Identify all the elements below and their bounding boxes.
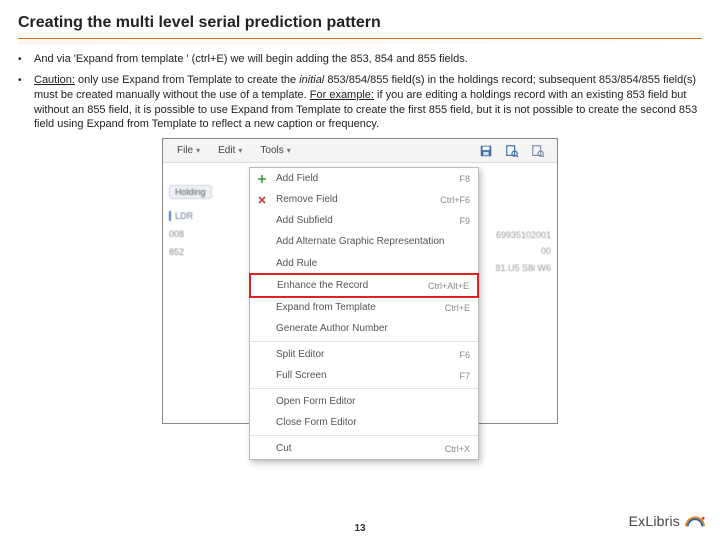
menu-item-add-alt-graphic[interactable]: Add Alternate Graphic Representation (250, 231, 478, 253)
search-record-icon[interactable] (505, 144, 519, 158)
menu-label: Enhance the Record (277, 280, 368, 291)
exlibris-logo: ExLibris (629, 512, 706, 530)
record-panel: Holding LDR 008 852 (163, 163, 247, 423)
menu-label: Add Subfield (276, 215, 333, 226)
menu-item-add-field[interactable]: Add Field F8 (250, 168, 478, 189)
page-title: Creating the multi level serial predicti… (18, 14, 702, 38)
menu-label: Full Screen (276, 370, 327, 381)
shortcut: F6 (449, 350, 470, 360)
menu-label: Add Rule (276, 258, 317, 269)
menu-item-full-screen[interactable]: Full Screen F7 (250, 365, 478, 386)
menu-item-close-form-editor[interactable]: Close Form Editor (250, 412, 478, 433)
shortcut: Ctrl+Alt+E (418, 281, 469, 291)
menu-item-add-rule[interactable]: Add Rule (250, 253, 478, 274)
caution-label: Caution: (34, 74, 75, 86)
value-text: 69935102001 (495, 227, 551, 243)
shortcut: F7 (449, 371, 470, 381)
italic-word: initial (299, 74, 324, 86)
embedded-screenshot: File Edit Tools Holding LDR 008 852 (162, 138, 558, 424)
record-values: 69935102001 00 81.U5 S8i W6 (495, 227, 551, 276)
menu-label: Close Form Editor (276, 417, 357, 428)
menu-separator (250, 341, 478, 342)
plus-icon (256, 173, 268, 185)
text-span: only use Expand from Template to create … (75, 74, 299, 86)
highlighted-menu-item: Enhance the Record Ctrl+Alt+E (249, 273, 479, 298)
bullet-text: And via 'Expand from template ' (ctrl+E)… (34, 52, 702, 67)
shortcut: F9 (449, 216, 470, 226)
bullet-list: • And via 'Expand from template ' (ctrl+… (18, 52, 702, 132)
menu-label: Split Editor (276, 349, 324, 360)
bullet-dot: • (18, 73, 34, 132)
menu-label: Generate Author Number (276, 323, 388, 334)
logo-arc-icon (684, 512, 706, 530)
menu-item-enhance-record[interactable]: Enhance the Record Ctrl+Alt+E (251, 275, 477, 296)
shortcut: Ctrl+E (435, 303, 470, 313)
menu-label: Open Form Editor (276, 396, 355, 407)
menu-item-cut[interactable]: Cut Ctrl+X (250, 438, 478, 459)
edit-menu[interactable]: Edit (210, 143, 250, 158)
bullet-dot: • (18, 52, 34, 67)
menu-separator (250, 388, 478, 389)
menu-item-split-editor[interactable]: Split Editor F6 (250, 344, 478, 365)
title-underline (18, 38, 702, 39)
shortcut: Ctrl+X (435, 444, 470, 454)
shortcut: Ctrl+F6 (430, 195, 470, 205)
save-icon[interactable] (479, 144, 493, 158)
bullet-text: Caution: only use Expand from Template t… (34, 73, 702, 132)
logo-text: ExLibris (629, 513, 680, 529)
menu-label: Remove Field (276, 194, 338, 205)
menu-label: Cut (276, 443, 292, 454)
menu-label: Add Field (276, 173, 318, 184)
for-example-label: For example: (310, 89, 374, 101)
menu-item-generate-author[interactable]: Generate Author Number (250, 318, 478, 339)
list-item: • And via 'Expand from template ' (ctrl+… (18, 52, 702, 67)
page-number: 13 (0, 523, 720, 534)
file-menu[interactable]: File (169, 143, 208, 158)
tools-menu[interactable]: Tools (252, 143, 298, 158)
menu-separator (250, 435, 478, 436)
holding-tab[interactable]: Holding (169, 185, 212, 199)
menu-label: Add Alternate Graphic Representation (276, 236, 444, 248)
gradient-bar (18, 41, 702, 44)
list-item: • Caution: only use Expand from Template… (18, 73, 702, 132)
close-icon (256, 194, 268, 206)
value-text: 81.U5 S8i W6 (495, 260, 551, 276)
menu-item-add-subfield[interactable]: Add Subfield F9 (250, 210, 478, 231)
menu-label: Expand from Template (276, 302, 376, 313)
field-row: 852 (169, 247, 243, 257)
edit-dropdown-menu: Add Field F8 Remove Field Ctrl+F6 Add Subf… (249, 167, 479, 460)
value-text: 00 (495, 243, 551, 259)
menu-item-expand-template[interactable]: Expand from Template Ctrl+E (250, 297, 478, 318)
menu-item-open-form-editor[interactable]: Open Form Editor (250, 391, 478, 412)
app-toolbar: File Edit Tools (163, 139, 557, 163)
search-record-icon-2[interactable] (531, 144, 545, 158)
field-row: 008 (169, 229, 243, 239)
shortcut: F8 (449, 174, 470, 184)
ldr-row: LDR (169, 211, 243, 221)
menu-item-remove-field[interactable]: Remove Field Ctrl+F6 (250, 189, 478, 210)
